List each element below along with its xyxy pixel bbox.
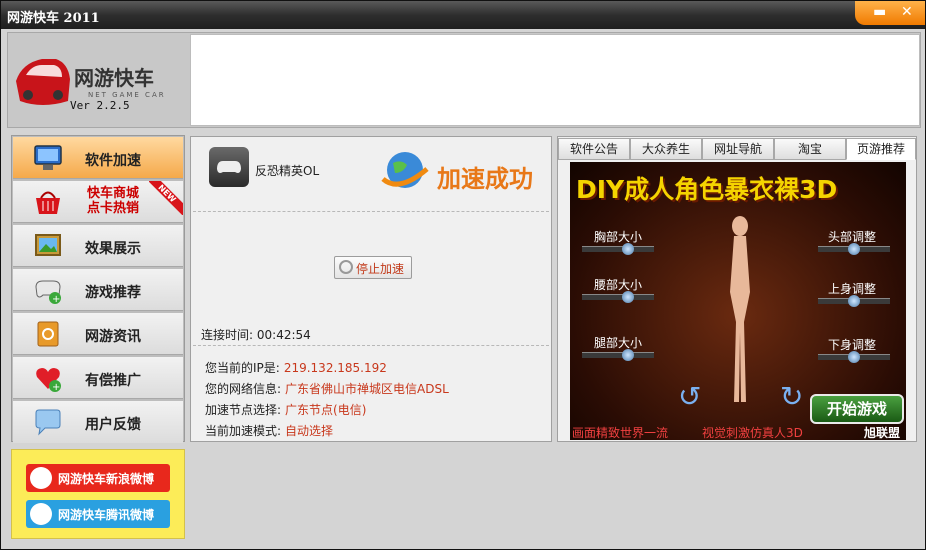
rotate-left-icon[interactable]: ↺	[678, 380, 701, 413]
sidebar-item-label: 有偿推广	[85, 373, 141, 389]
webgame-ad[interactable]: DIY成人角色暴衣裸3D 胸部大小 腰部大小 腿部大小 头部调整 上身调整 下身…	[570, 162, 906, 440]
title-bar[interactable]: 网游快车 2011 ▬ ✕	[1, 1, 925, 29]
logo-text: 网游快车	[74, 66, 154, 90]
tab-url-nav[interactable]: 网址导航	[702, 138, 774, 160]
sidebar-item-label: 网游资讯	[85, 329, 141, 345]
shop-line-2: 点卡热销	[87, 201, 140, 216]
ad-title: DIY成人角色暴衣裸3D	[576, 175, 838, 204]
close-button[interactable]: ✕	[901, 4, 913, 20]
svg-text:+: +	[52, 382, 60, 393]
monitor-icon	[34, 145, 62, 170]
tab-webgame[interactable]: 页游推荐	[846, 138, 916, 160]
tencent-weibo-icon	[30, 503, 52, 525]
gamepad-icon: +	[35, 280, 61, 305]
window-title: 网游快车 2011	[7, 11, 100, 26]
sidebar-item-game-recommend[interactable]: + 游戏推荐	[13, 269, 183, 311]
sidebar-item-label: 用户反馈	[85, 417, 141, 433]
ad-brand: 旭联盟	[864, 426, 901, 440]
sina-weibo-button[interactable]: 网游快车新浪微博	[26, 464, 170, 492]
sidebar-item-news[interactable]: 网游资讯	[13, 313, 183, 355]
info-ip: 您当前的IP是: 219.132.185.192	[205, 361, 387, 375]
globe-arrow-icon	[381, 152, 429, 188]
sidebar-item-effects[interactable]: 效果展示	[13, 225, 183, 267]
slider[interactable]	[818, 295, 890, 307]
sidebar-item-label: 软件加速	[85, 153, 141, 169]
connect-time: 连接时间: 00:42:54	[201, 328, 311, 342]
info-network: 您的网络信息: 广东省佛山市禅城区电信ADSL	[205, 382, 449, 396]
sina-weibo-icon	[30, 467, 52, 489]
slider[interactable]	[818, 351, 890, 363]
tab-announcements[interactable]: 软件公告	[558, 138, 630, 160]
app-window: 网游快车 2011 ▬ ✕ 网游快车 NET GAME CAR Ver 2.2.…	[0, 0, 926, 550]
slider-label: 腰部大小	[594, 278, 643, 292]
address-book-icon	[37, 321, 59, 347]
ad-footer-mid: 视觉刺激仿真人3D	[702, 426, 803, 440]
connect-time-value: 00:42:54	[256, 328, 311, 342]
header-banner: 网游快车 NET GAME CAR Ver 2.2.5	[7, 32, 921, 128]
start-game-button[interactable]: 开始游戏	[810, 394, 904, 424]
new-badge: NEW	[149, 181, 183, 215]
accel-panel: 反恐精英OL 加速成功 停止加速 连接时间: 00:42:54 您当前的IP是:…	[190, 136, 552, 442]
tab-health[interactable]: 大众养生	[630, 138, 702, 160]
picture-icon	[35, 234, 61, 256]
shopping-basket-icon	[36, 191, 60, 214]
svg-text:+: +	[52, 294, 60, 305]
stop-icon	[339, 260, 353, 274]
version-label: Ver 2.2.5	[70, 99, 130, 112]
slider[interactable]	[582, 243, 654, 255]
weibo-panel: 网游快车新浪微博 网游快车腾讯微博	[11, 449, 185, 539]
sidebar-item-software-accel[interactable]: 软件加速	[13, 137, 183, 179]
divider	[193, 211, 549, 212]
window-controls: ▬ ✕	[855, 1, 925, 25]
speech-bubble-icon	[35, 409, 61, 436]
slider-label: 胸部大小	[594, 230, 643, 244]
game-name: 反恐精英OL	[255, 164, 320, 178]
sidebar-item-label: 游戏推荐	[85, 285, 141, 301]
sidebar-item-feedback[interactable]: 用户反馈	[13, 401, 183, 443]
info-mode: 当前加速模式: 自动选择	[205, 424, 334, 438]
info-node: 加速节点选择: 广东节点(电信)	[205, 403, 367, 417]
rotate-right-icon[interactable]: ↻	[780, 380, 803, 413]
banner-ad-area[interactable]	[190, 34, 920, 126]
accel-status: 加速成功	[437, 165, 533, 193]
sidebar-item-shop[interactable]: 快车商城 点卡热销 NEW	[13, 181, 183, 223]
minimize-button[interactable]: ▬	[873, 4, 886, 20]
slider[interactable]	[582, 349, 654, 361]
stop-accel-button[interactable]: 停止加速	[334, 256, 412, 279]
tab-taobao[interactable]: 淘宝	[774, 138, 846, 160]
right-panel: 软件公告 大众养生 网址导航 淘宝 页游推荐 DIY成人角色暴衣裸3D 胸部大小…	[557, 136, 917, 442]
sidebar-item-label: 快车商城 点卡热销	[87, 186, 139, 216]
sidebar: 软件加速 快车商城 点卡热销 NEW 效果展示 + 游戏推荐 网游资讯 + 有偿推…	[11, 135, 185, 443]
slider[interactable]	[818, 243, 890, 255]
heart-icon: +	[36, 368, 61, 393]
game-controller-icon	[209, 147, 249, 187]
divider	[193, 345, 549, 346]
slider-label: 腿部大小	[594, 336, 643, 350]
slider[interactable]	[582, 291, 654, 303]
sidebar-item-label: 效果展示	[85, 241, 141, 257]
character-figure	[730, 216, 750, 402]
ad-footer-left: 画面精致世界一流	[572, 426, 669, 440]
shop-line-1: 快车商城	[87, 186, 140, 201]
sidebar-item-promotion[interactable]: + 有偿推广	[13, 357, 183, 399]
svg-text:NET GAME CAR: NET GAME CAR	[88, 91, 166, 99]
tencent-weibo-button[interactable]: 网游快车腾讯微博	[26, 500, 170, 528]
